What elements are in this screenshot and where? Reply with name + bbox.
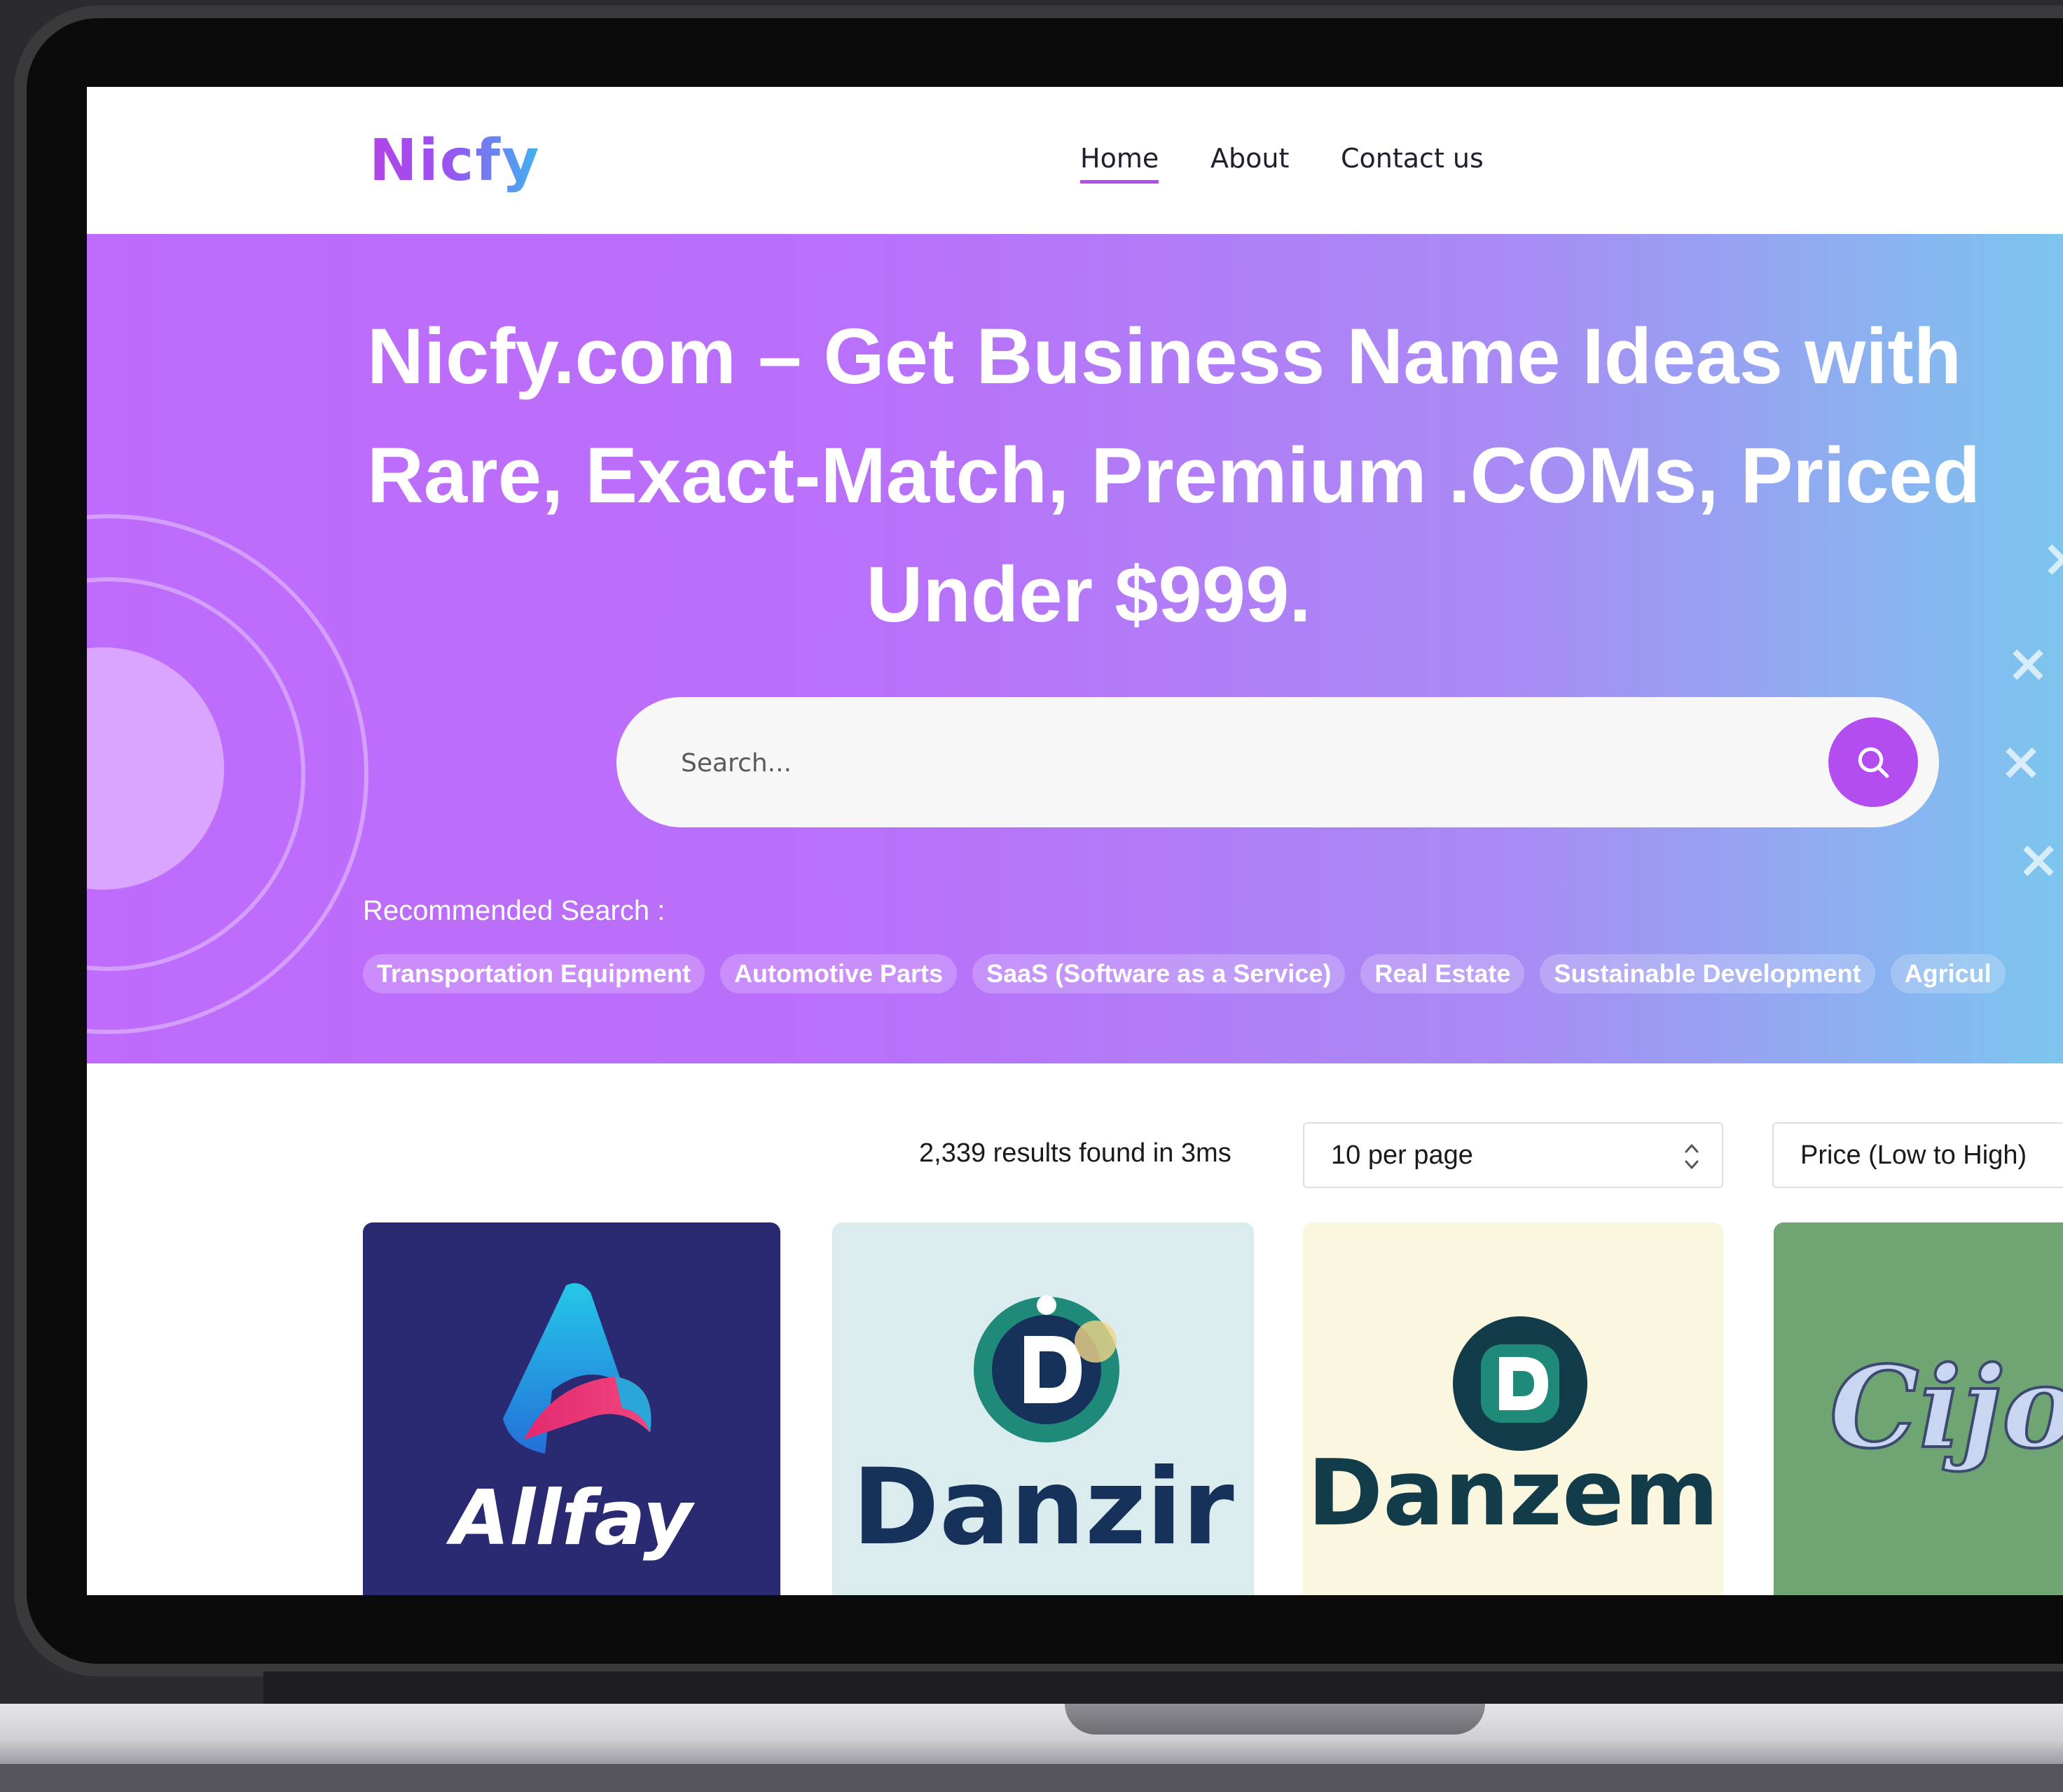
domain-name: Allfay	[450, 1475, 693, 1562]
domain-name: Cijo	[1828, 1340, 2063, 1475]
navbar: Nicfy Home About Contact us	[87, 87, 2063, 234]
decorative-x-icon: ×	[2006, 633, 2050, 694]
recommended-chip-row: Transportation Equipment Automotive Part…	[363, 954, 2006, 993]
danzir-logo-icon	[974, 1295, 1119, 1442]
danzem-logo-icon	[1453, 1316, 1587, 1451]
browser-viewport: Nicfy Home About Contact us × × × × Nicf…	[87, 87, 2063, 1595]
nav-home-link[interactable]: Home	[1080, 143, 1159, 184]
domain-card-danzem[interactable]: Danzem	[1303, 1222, 1723, 1595]
domain-name: Danzir	[852, 1447, 1234, 1569]
search-bar	[616, 697, 1939, 829]
laptop-base-shadow	[0, 1764, 2063, 1792]
nav-about-link[interactable]: About	[1210, 143, 1289, 174]
domain-card-danzir[interactable]: Danzir	[832, 1222, 1254, 1595]
allfay-logo-icon	[503, 1283, 651, 1454]
laptop-notch	[1065, 1704, 1485, 1735]
nav-contact-link[interactable]: Contact us	[1341, 143, 1484, 174]
domain-name: Danzem	[1307, 1440, 1719, 1546]
search-button[interactable]	[1828, 717, 1918, 807]
laptop-base	[0, 1704, 2063, 1764]
decorative-x-icon: ×	[2017, 829, 2061, 890]
hero-banner: × × × × Nicfy.com – Get Business Name Id…	[87, 234, 2063, 1063]
search-input[interactable]	[679, 697, 1803, 829]
per-page-select[interactable]: 10 per page	[1303, 1122, 1723, 1188]
hero-title-line: Rare, Exact-Match, Premium .COMs, Priced	[367, 432, 1980, 519]
sort-select[interactable]: Price (Low to High)	[1772, 1122, 2063, 1188]
domain-card-allfay[interactable]: Allfay	[363, 1222, 780, 1595]
hero-title-line: Under $999.	[866, 551, 1311, 638]
recommended-search-label: Recommended Search :	[363, 895, 665, 926]
nicfy-logo[interactable]: Nicfy	[369, 127, 540, 194]
search-icon	[1858, 747, 1889, 778]
recommended-chip[interactable]: Real Estate	[1360, 954, 1525, 993]
recommended-chip[interactable]: SaaS (Software as a Service)	[972, 954, 1346, 993]
domain-card-cijo[interactable]: Cijo	[1774, 1222, 2063, 1595]
laptop-bezel-bottom	[263, 1672, 2063, 1704]
results-count: 2,339 results found in 3ms	[919, 1138, 1231, 1168]
sort-value: Price (Low to High)	[1800, 1140, 2027, 1170]
recommended-chip[interactable]: Transportation Equipment	[363, 954, 705, 993]
hero-title: Nicfy.com – Get Business Name Ideas with…	[367, 297, 1980, 654]
chevron-updown-icon	[1685, 1144, 1699, 1169]
recommended-chip[interactable]: Agricul	[1890, 954, 2006, 993]
decorative-x-icon: ×	[2041, 528, 2063, 588]
decorative-x-icon: ×	[1999, 731, 2043, 792]
recommended-chip[interactable]: Sustainable Development	[1540, 954, 1875, 993]
hero-title-line: Nicfy.com – Get Business Name Ideas with	[367, 312, 1962, 400]
per-page-value: 10 per page	[1331, 1140, 1473, 1170]
recommended-chip[interactable]: Automotive Parts	[720, 954, 958, 993]
